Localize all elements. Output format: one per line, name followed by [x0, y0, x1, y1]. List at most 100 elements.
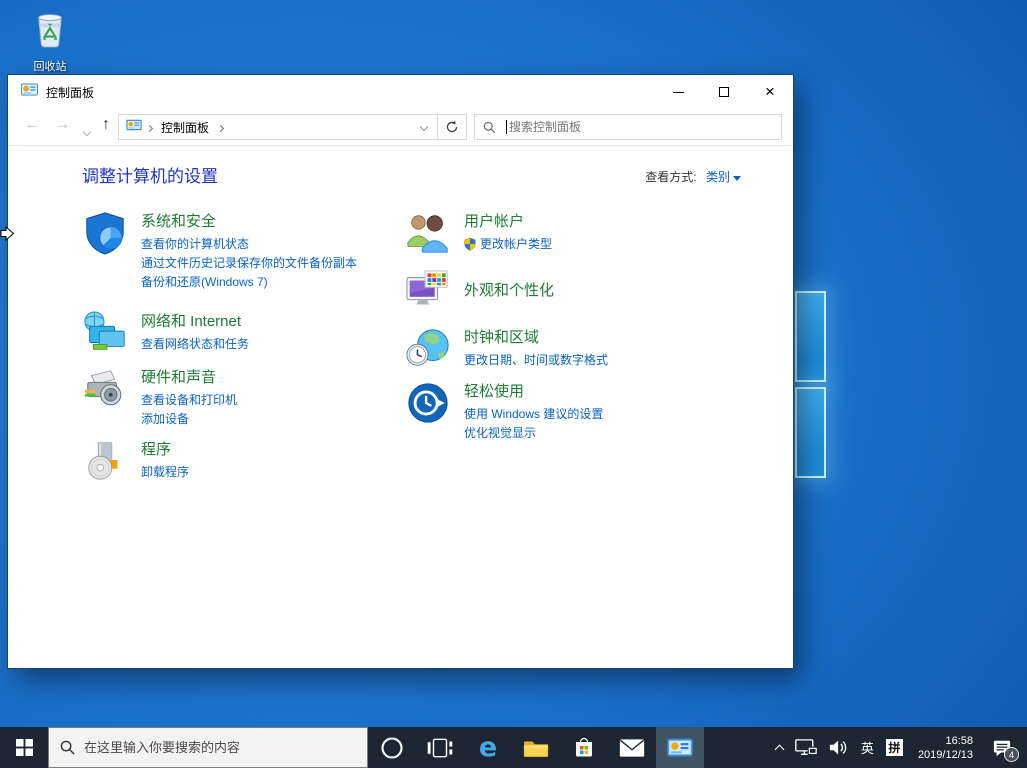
back-button[interactable]: ← [24, 116, 40, 134]
category-title-link[interactable]: 程序 [141, 440, 171, 460]
edge-button[interactable]: e [464, 727, 512, 768]
address-bar[interactable]: 控制面板 [118, 114, 438, 140]
category-title-link[interactable]: 系统和安全 [141, 212, 216, 232]
mouse-cursor [0, 226, 15, 241]
programs-icon[interactable] [82, 438, 128, 484]
category-title-link[interactable]: 轻松使用 [464, 382, 524, 402]
breadcrumb-control-panel[interactable]: 控制面板 [161, 119, 209, 136]
category-programs: 程序 卸载程序 [82, 438, 392, 484]
taskbar-search[interactable] [48, 727, 368, 768]
file-explorer-button[interactable] [512, 727, 560, 768]
forward-button[interactable]: → [54, 116, 70, 134]
network-internet-icon[interactable] [82, 310, 128, 356]
chevron-down-icon [420, 123, 428, 131]
task-link[interactable]: 优化视觉显示 [464, 424, 603, 443]
category-user-accounts: 用户帐户 更改帐户类型 [405, 210, 745, 257]
categories-left-column: 系统和安全 查看你的计算机状态 通过文件历史记录保存你的文件备份副本 备份和还原… [82, 210, 392, 484]
navigation-bar: ← → ↑ 控制面板 [8, 109, 793, 146]
user-accounts-icon[interactable] [405, 210, 451, 256]
recycle-bin-desktop-icon[interactable]: 回收站 [16, 7, 84, 74]
window-title: 控制面板 [46, 84, 655, 101]
volume-icon [829, 739, 849, 756]
clock-date: 2019/12/13 [918, 748, 973, 762]
maximize-button[interactable] [701, 75, 747, 109]
windows-logo-icon [16, 739, 33, 756]
network-icon [795, 739, 817, 756]
system-tray: 英 拼 16:58 2019/12/13 4 [770, 727, 1027, 768]
search-input[interactable] [509, 120, 773, 134]
chevron-down-icon [83, 128, 91, 136]
task-link[interactable]: 查看网络状态和任务 [141, 335, 249, 354]
action-center-button[interactable]: 4 [982, 727, 1022, 768]
task-link[interactable]: 查看你的计算机状态 [141, 235, 357, 254]
minimize-icon [673, 92, 684, 93]
window-content: 调整计算机的设置 查看方式: 类别 系统和安全 查看你的计算机状态 [8, 146, 793, 668]
breadcrumb-chevron-icon [218, 118, 223, 136]
clock-time: 16:58 [918, 734, 973, 748]
cortana-icon [380, 736, 404, 760]
tray-overflow-button[interactable] [770, 727, 789, 768]
task-view-button[interactable] [416, 727, 464, 768]
category-title-link[interactable]: 时钟和区域 [464, 328, 539, 348]
task-link[interactable]: 备份和还原(Windows 7) [141, 273, 357, 292]
task-link[interactable]: 使用 Windows 建议的设置 [464, 405, 603, 424]
task-link-with-uac[interactable]: 更改帐户类型 [464, 235, 552, 257]
recent-pages-dropdown[interactable] [84, 122, 90, 140]
category-title-link[interactable]: 用户帐户 [464, 212, 524, 232]
category-title-link[interactable]: 硬件和声音 [141, 368, 216, 388]
mail-button[interactable] [608, 727, 656, 768]
task-link[interactable]: 添加设备 [141, 410, 237, 429]
edge-icon: e [479, 732, 497, 763]
category-ease-of-access: 轻松使用 使用 Windows 建议的设置 优化视觉显示 [405, 380, 745, 443]
file-explorer-icon [523, 737, 549, 759]
chevron-down-icon[interactable] [733, 176, 741, 181]
categories-right-column: 用户帐户 更改帐户类型 [405, 210, 745, 443]
minimize-button[interactable] [655, 75, 701, 109]
task-link[interactable]: 通过文件历史记录保存你的文件备份副本 [141, 254, 357, 273]
up-button[interactable]: ↑ [102, 116, 110, 134]
network-tray-button[interactable] [789, 727, 823, 768]
category-title-link[interactable]: 网络和 Internet [141, 312, 241, 332]
system-security-icon[interactable] [82, 210, 128, 256]
taskbar-clock[interactable]: 16:58 2019/12/13 [909, 734, 982, 762]
wallpaper-windows-logo-top-pane [795, 291, 826, 382]
ease-of-access-icon[interactable] [405, 380, 451, 426]
clock-region-icon[interactable] [405, 326, 451, 372]
recycle-bin-label: 回收站 [16, 58, 84, 74]
close-button[interactable]: × [747, 75, 793, 109]
ime-mode-button[interactable]: 拼 [880, 727, 909, 768]
page-title: 调整计算机的设置 [82, 162, 218, 187]
refresh-button[interactable] [437, 114, 467, 140]
category-title-link[interactable]: 外观和个性化 [464, 281, 554, 301]
start-button[interactable] [0, 727, 48, 768]
hardware-sound-icon[interactable] [82, 366, 128, 412]
cortana-button[interactable] [368, 727, 416, 768]
task-link[interactable]: 更改日期、时间或数字格式 [464, 351, 608, 370]
refresh-icon [445, 120, 459, 134]
text-caret [506, 120, 507, 134]
task-link[interactable]: 查看设备和打印机 [141, 391, 237, 410]
task-link[interactable]: 卸载程序 [141, 463, 189, 482]
category-network-internet: 网络和 Internet 查看网络状态和任务 [82, 310, 392, 356]
close-icon: × [765, 87, 775, 97]
view-by-value-link[interactable]: 类别 [706, 170, 730, 184]
control-panel-search[interactable] [474, 114, 782, 140]
recycle-bin-icon [31, 38, 69, 55]
search-icon [60, 740, 75, 755]
category-clock-region: 时钟和区域 更改日期、时间或数字格式 [405, 326, 745, 372]
volume-tray-button[interactable] [823, 727, 855, 768]
microsoft-store-button[interactable] [560, 727, 608, 768]
breadcrumb-control-panel-icon [126, 118, 142, 136]
taskbar-search-input[interactable] [84, 740, 356, 755]
address-dropdown-button[interactable] [411, 115, 437, 139]
wallpaper-windows-logo-bottom-pane [795, 387, 826, 478]
control-panel-window-icon [21, 83, 38, 101]
language-indicator[interactable]: 英 [855, 727, 880, 768]
control-panel-taskbar-button[interactable] [656, 727, 704, 768]
search-icon [483, 121, 496, 134]
window-titlebar[interactable]: 控制面板 × [8, 75, 793, 109]
appearance-personalization-icon[interactable] [405, 269, 451, 315]
microsoft-store-icon [572, 735, 596, 761]
control-panel-icon [667, 738, 693, 757]
category-appearance-personalization: 外观和个性化 [405, 269, 745, 315]
